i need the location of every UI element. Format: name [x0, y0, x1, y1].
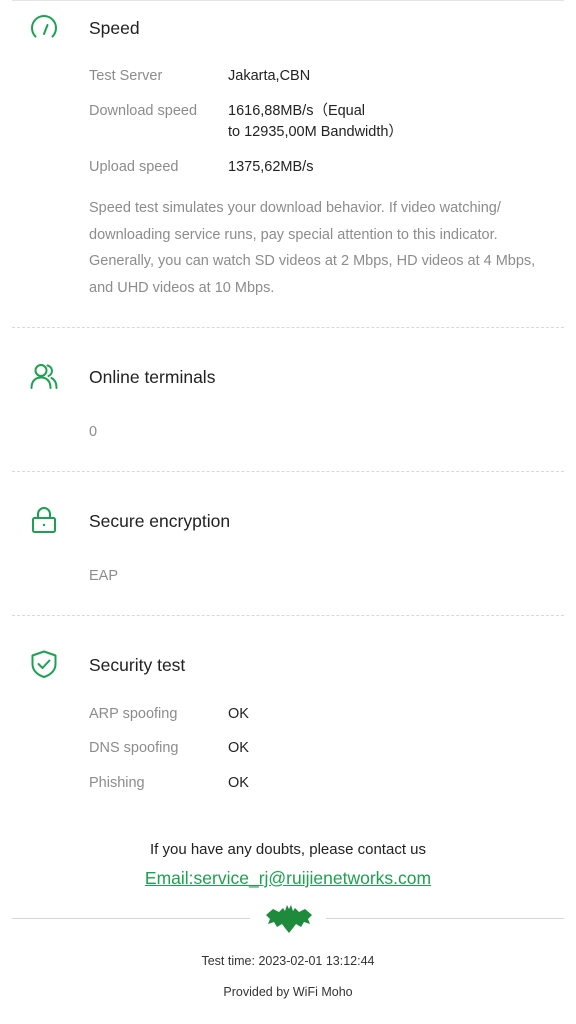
- encryption-type: EAP: [89, 568, 119, 584]
- arp-spoofing-label: ARP spoofing: [89, 706, 178, 722]
- network-report-page: Speed Test Server Jakarta,CBN Download s…: [0, 0, 576, 1024]
- test-server-label: Test Server: [89, 68, 163, 84]
- online-terminals-count: 0: [89, 424, 98, 440]
- upload-speed-value: 1375,62MB/s: [228, 159, 314, 175]
- provided-by: Provided by WiFi Moho: [223, 985, 353, 999]
- secure-encryption-title: Secure encryption: [89, 511, 231, 531]
- support-email-link[interactable]: Email:service_rj@ruijienetworks.com: [145, 868, 431, 888]
- email-link-row: Email:service_rj@ruijienetworks.com: [0, 868, 576, 889]
- test-time: Test time: 2023-02-01 13:12:44: [201, 954, 375, 968]
- test-server-value: Jakarta,CBN: [228, 68, 311, 84]
- download-speed-label: Download speed: [89, 103, 198, 119]
- security-test-title: Security test: [89, 655, 186, 675]
- section-divider: [12, 327, 564, 328]
- upload-speed-label: Upload speed: [89, 159, 179, 175]
- shield-check-icon: [29, 649, 59, 679]
- lock-icon: [29, 505, 59, 535]
- section-divider: [12, 471, 564, 472]
- phishing-result: OK: [228, 775, 249, 791]
- speedometer-icon: [29, 13, 59, 43]
- footer-divider-left: [12, 918, 250, 919]
- bat-logo-icon: [266, 905, 312, 933]
- section-divider: [12, 615, 564, 616]
- contact-prompt: If you have any doubts, please contact u…: [149, 841, 426, 858]
- speed-title: Speed: [89, 18, 140, 38]
- top-border: [12, 0, 564, 1]
- speed-description: Speed test simulates your download behav…: [89, 200, 536, 296]
- users-icon: [29, 361, 59, 391]
- phishing-label: Phishing: [89, 775, 145, 791]
- dns-spoofing-label: DNS spoofing: [89, 740, 179, 756]
- download-speed-value: 1616,88MB/s（Equal to 12935,00M Bandwidth…: [228, 101, 403, 143]
- download-speed-line2: to 12935,00M Bandwidth）: [228, 124, 403, 140]
- download-speed-line1: 1616,88MB/s（Equal: [228, 103, 366, 119]
- footer-divider-right: [326, 918, 564, 919]
- online-terminals-title: Online terminals: [89, 367, 216, 387]
- dns-spoofing-result: OK: [228, 740, 249, 756]
- arp-spoofing-result: OK: [228, 706, 249, 722]
